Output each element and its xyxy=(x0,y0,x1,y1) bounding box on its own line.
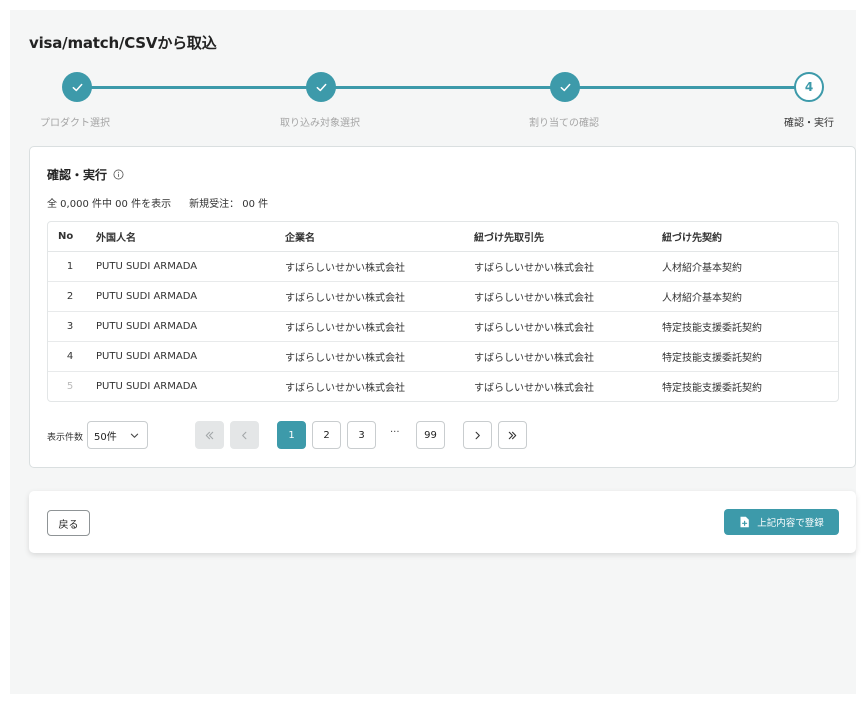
page-button-3[interactable]: 3 xyxy=(347,421,376,449)
count-summary: 全 0,000 件中 00 件を表示 新規受注： 00 件 xyxy=(47,195,268,210)
cell-no: 3 xyxy=(48,311,94,342)
double-chevron-right-icon xyxy=(508,431,517,439)
check-icon xyxy=(72,83,82,91)
stepper-line xyxy=(82,86,804,89)
header-company-name: 企業名 xyxy=(283,222,472,252)
cell-linked-contract: 特定技能支援委託契約 xyxy=(660,341,838,372)
page-button-99[interactable]: 99 xyxy=(416,421,445,449)
step-3-circle xyxy=(550,72,580,102)
header-linked-contract: 紐づけ先契約 xyxy=(660,222,838,252)
pagination: 表示件数 50件 1 2 3 ··· 99 xyxy=(47,421,547,449)
cell-company-name: すばらしいせかい株式会社 xyxy=(283,341,472,372)
cell-foreigner-name: PUTU SUDI ARMADA xyxy=(94,251,283,282)
prev-page-button[interactable] xyxy=(230,421,259,449)
step-4: 4 xyxy=(794,72,824,102)
cell-company-name: すばらしいせかい株式会社 xyxy=(285,382,405,394)
page-button-1[interactable]: 1 xyxy=(277,421,306,449)
step-3-label: 割り当ての確認 xyxy=(529,118,599,129)
register-button-label: 上記内容で登録 xyxy=(757,518,824,529)
info-icon[interactable] xyxy=(113,169,124,180)
cell-linked-contract: 特定技能支援委託契約 xyxy=(660,311,838,342)
new-orders-text: 新規受注： 00 件 xyxy=(189,199,269,210)
cell-foreigner-name: PUTU SUDI ARMADA xyxy=(94,341,283,372)
step-1-circle xyxy=(62,72,92,102)
cell-linked-contract: 特定技能支援委託契約 xyxy=(662,382,762,394)
step-2-circle xyxy=(306,72,336,102)
card-title-text: 確認・実行 xyxy=(47,168,108,182)
first-page-button[interactable] xyxy=(195,421,224,449)
register-button[interactable]: 上記内容で登録 xyxy=(724,509,839,535)
check-icon xyxy=(560,83,570,91)
table-header-row: No 外国人名 企業名 紐づけ先取引先 紐づけ先契約 xyxy=(48,222,838,252)
results-table: No 外国人名 企業名 紐づけ先取引先 紐づけ先契約 1 PUTU SUDI A… xyxy=(47,221,839,402)
document-icon xyxy=(740,516,750,528)
cell-linked-client: すばらしいせかい株式会社 xyxy=(472,281,660,312)
check-icon xyxy=(316,83,326,91)
cell-linked-client: すばらしいせかい株式会社 xyxy=(474,382,594,394)
cell-no: 2 xyxy=(48,281,94,312)
chevron-right-icon xyxy=(475,431,480,439)
per-page-label: 表示件数 xyxy=(47,433,84,443)
table-row: 2 PUTU SUDI ARMADA すばらしいせかい株式会社 すばらしいせかい… xyxy=(48,281,838,312)
step-1-label: プロダクト選択 xyxy=(40,118,110,129)
cell-no: 5 xyxy=(66,380,74,392)
card-title: 確認・実行 xyxy=(47,166,124,183)
stepper: プロダクト選択 取り込み対象選択 割り当ての確認 4 確認・実行 xyxy=(10,72,856,132)
step-2-label: 取り込み対象選択 xyxy=(280,118,360,129)
step-3 xyxy=(550,72,580,102)
back-button[interactable]: 戻る xyxy=(47,510,90,536)
cell-no: 1 xyxy=(48,251,94,282)
cell-company-name: すばらしいせかい株式会社 xyxy=(283,251,472,282)
per-page-select[interactable]: 50件 xyxy=(87,421,148,449)
confirm-card: 確認・実行 全 0,000 件中 00 件を表示 新規受注： 00 件 No 外… xyxy=(29,146,856,468)
cell-no: 4 xyxy=(48,341,94,372)
chevron-left-icon xyxy=(242,431,247,439)
chevron-down-icon xyxy=(130,433,139,438)
total-count-text: 全 0,000 件中 00 件を表示 xyxy=(47,199,172,210)
header-no: No xyxy=(48,222,94,252)
next-page-button[interactable] xyxy=(463,421,492,449)
step-4-circle: 4 xyxy=(794,72,824,102)
step-1 xyxy=(62,72,92,102)
step-2 xyxy=(306,72,336,102)
page-button-2[interactable]: 2 xyxy=(312,421,341,449)
table-row: 3 PUTU SUDI ARMADA すばらしいせかい株式会社 すばらしいせかい… xyxy=(48,311,838,342)
table-row: 5 PUTU SUDI ARMADA すばらしいせかい株式会社 すばらしいせかい… xyxy=(48,371,838,401)
double-chevron-left-icon xyxy=(205,431,214,439)
cell-company-name: すばらしいせかい株式会社 xyxy=(283,311,472,342)
cell-linked-client: すばらしいせかい株式会社 xyxy=(472,251,660,282)
header-foreigner-name: 外国人名 xyxy=(94,222,283,252)
step-4-label: 確認・実行 xyxy=(784,118,834,129)
page-ellipsis: ··· xyxy=(390,427,400,438)
page-title: visa/match/CSVから取込 xyxy=(29,34,217,52)
page-container: visa/match/CSVから取込 プロダクト選択 取り込み対象選択 割り当て… xyxy=(10,10,856,694)
cell-foreigner-name: PUTU SUDI ARMADA xyxy=(94,281,283,312)
header-linked-client: 紐づけ先取引先 xyxy=(472,222,660,252)
cell-linked-contract: 人材紹介基本契約 xyxy=(660,281,838,312)
per-page-value: 50件 xyxy=(94,431,117,443)
cell-linked-contract: 人材紹介基本契約 xyxy=(660,251,838,282)
cell-foreigner-name: PUTU SUDI ARMADA xyxy=(94,311,283,342)
action-bar: 戻る 上記内容で登録 xyxy=(29,491,856,553)
table-row: 1 PUTU SUDI ARMADA すばらしいせかい株式会社 すばらしいせかい… xyxy=(48,251,838,282)
table-row: 4 PUTU SUDI ARMADA すばらしいせかい株式会社 すばらしいせかい… xyxy=(48,341,838,372)
cell-company-name: すばらしいせかい株式会社 xyxy=(283,281,472,312)
cell-linked-client: すばらしいせかい株式会社 xyxy=(472,341,660,372)
cell-foreigner-name: PUTU SUDI ARMADA xyxy=(96,380,198,392)
last-page-button[interactable] xyxy=(498,421,527,449)
cell-linked-client: すばらしいせかい株式会社 xyxy=(472,311,660,342)
